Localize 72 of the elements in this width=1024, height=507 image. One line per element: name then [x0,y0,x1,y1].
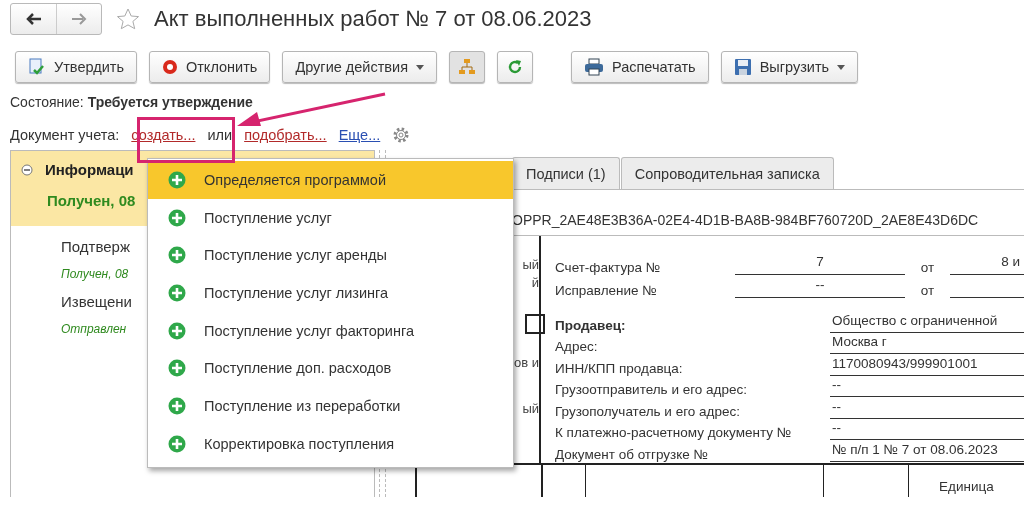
print-button[interactable]: Распечатать [571,51,709,83]
field-label: К платежно-расчетному документу № [555,425,793,440]
plus-icon [168,434,186,453]
state-text: Состояние: Требуется утверждение [9,93,254,110]
document-title: Акт выполненных работ № 7 от 08.06.2023 [154,6,592,32]
number-value: 7 [735,254,905,275]
field-label: Продавец: [555,317,627,333]
tab[interactable]: Подписи (1) [512,157,620,189]
gear-icon[interactable] [392,126,411,144]
date-value: 8 и [950,254,1024,275]
history-item[interactable]: Подтверж [61,238,130,255]
menu-item[interactable]: Определяется программой [148,161,513,199]
menu-item[interactable]: Поступление услуг аренды [148,236,513,275]
field-label: Документ об отгрузке № [555,446,710,462]
field-value: 1170080943/999901001 [830,355,1024,376]
collapse-icon[interactable] [21,163,33,176]
more-link[interactable]: Еще... [338,127,381,143]
approve-button[interactable]: Утвердить [15,51,137,83]
pick-link[interactable]: подобрать... [244,127,327,143]
field-label: Документ учета: [10,127,120,143]
plus-icon [168,208,186,227]
hierarchy-icon [458,58,476,76]
save-button[interactable]: Выгрузить [720,51,859,83]
menu-item[interactable]: Поступление услуг лизинга [148,274,513,312]
stop-icon [161,59,178,75]
menu-item[interactable]: Корректировка поступления [148,424,513,463]
number-value: -- [735,277,905,298]
reject-button[interactable]: Отклонить [148,51,271,83]
field-label: ИНН/КПП продавца: [555,360,684,376]
menu-item[interactable]: Поступление услуг факторинга [148,311,513,350]
refresh-icon [507,59,523,75]
history-item[interactable]: Извещени [61,293,132,310]
field-value: -- [830,377,1024,397]
star-icon[interactable] [116,7,140,31]
back-arrow-icon [25,13,42,25]
field-label: Грузополучатель и его адрес: [555,403,741,419]
cut-text: й [531,274,539,292]
status-text: Получен, 08 [47,192,136,209]
plus-icon [168,396,186,415]
cut-text: ов и [514,354,539,372]
field-value: Общество с ограниченной [830,312,1024,333]
plus-icon [168,321,186,340]
structure-button[interactable] [449,51,485,83]
field-label: Исправление № [555,283,658,298]
cut-text: ый [522,256,539,274]
field-value: № п/п 1 № 7 от 08.06.2023 [830,441,1024,462]
printer-icon [584,58,604,76]
plus-icon [168,170,186,189]
field-value: -- [830,398,1024,419]
cut-text: ый [522,400,539,418]
status-text: Получен, 08 [61,267,129,281]
plus-icon [168,246,186,265]
menu-item[interactable]: Поступление доп. расходов [148,349,513,388]
field-value: -- [830,420,1024,440]
field-label: Счет-фактура № [555,260,662,275]
date-label: от [919,283,936,298]
tab[interactable]: Сопроводительная записка [620,157,834,189]
status-text: Отправлен [61,322,127,336]
column-header: Единица [908,465,1024,497]
field-label: Адрес: [555,339,599,354]
group-title[interactable]: Информаци [45,161,134,178]
document-check-icon [28,58,46,76]
refresh-button[interactable] [497,51,533,83]
field-label: Грузоотправитель и его адрес: [555,382,748,397]
separator-text: или [207,127,233,143]
text-button[interactable]: Другие действия [282,51,437,83]
forward-arrow-icon [71,13,87,25]
plus-icon [168,359,186,378]
field-value: Москва г [830,334,1024,354]
plus-icon [168,283,186,302]
date-label: от [919,260,936,275]
menu-item[interactable]: Поступление из переработки [148,387,513,425]
